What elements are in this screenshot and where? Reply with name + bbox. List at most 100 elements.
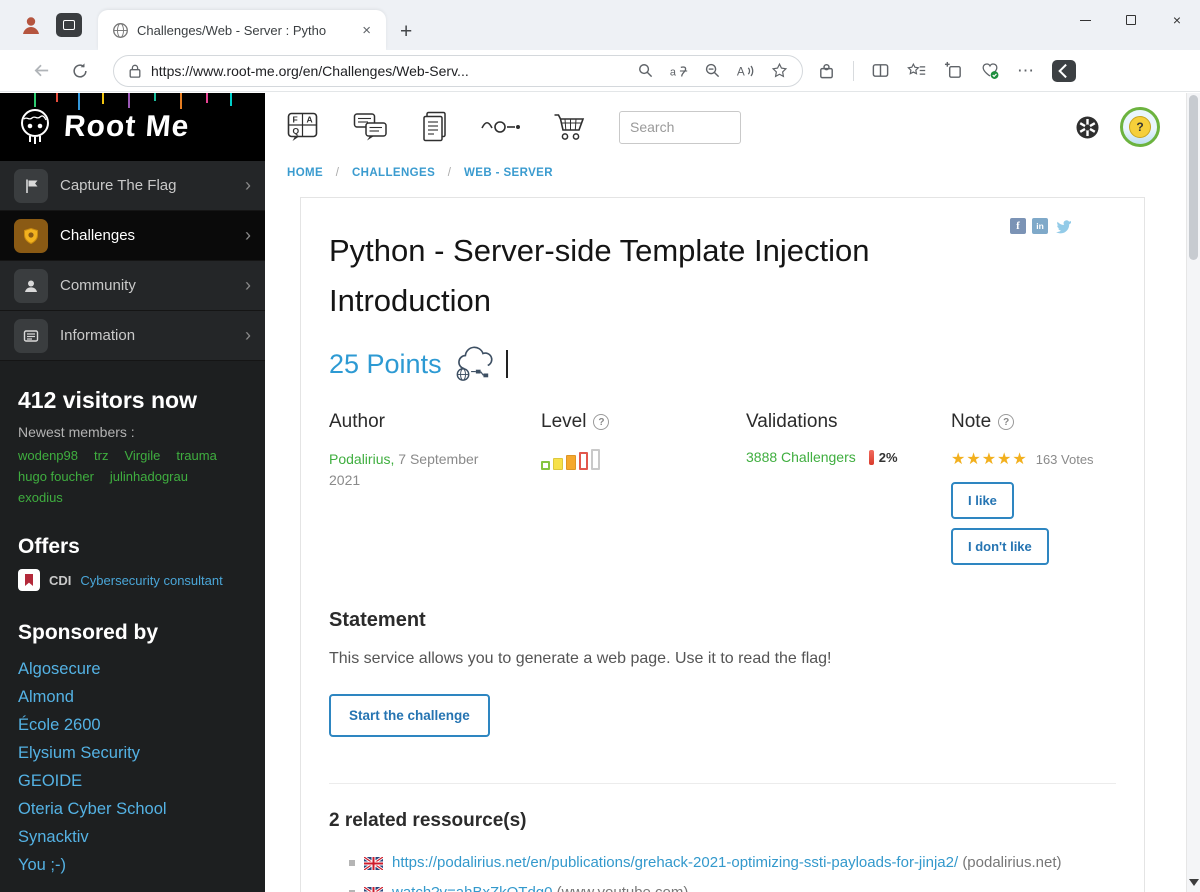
resources-section: 2 related ressource(s) https://podaliriu… — [329, 783, 1116, 892]
sponsor-link[interactable]: Oteria Cyber School — [18, 795, 247, 823]
new-tab-button[interactable]: + — [386, 20, 426, 50]
sponsor-link[interactable]: You ;-) — [18, 851, 247, 879]
member-link[interactable]: Virgile — [124, 448, 160, 463]
translate-icon[interactable]: a — [669, 62, 689, 80]
sponsor-link[interactable]: Almond — [18, 683, 247, 711]
avatar-question-face: ? — [1129, 116, 1151, 138]
sidebar-item-information[interactable]: Information › — [0, 311, 265, 361]
browser-profile-icon[interactable] — [16, 10, 46, 40]
author-link[interactable]: Podalirius, — [329, 451, 394, 467]
tab-close-icon[interactable]: × — [357, 20, 376, 41]
language-globe-icon[interactable] — [1075, 115, 1100, 140]
offer-item[interactable]: CDI Cybersecurity consultant — [18, 569, 247, 591]
sponsor-link[interactable]: Elysium Security — [18, 739, 247, 767]
sponsor-link[interactable]: École 2600 — [18, 711, 247, 739]
split-screen-icon[interactable] — [871, 61, 890, 80]
page-body: Root Me Capture The Flag › Challenges › — [0, 93, 1200, 892]
lock-icon[interactable] — [128, 63, 142, 79]
cart-icon[interactable] — [553, 112, 587, 142]
member-link[interactable]: wodenp98 — [18, 448, 78, 463]
header-right: ? — [1075, 107, 1160, 147]
sponsor-link[interactable]: Algosecure — [18, 655, 247, 683]
member-link[interactable]: exodius — [18, 490, 63, 505]
dislike-button[interactable]: I don't like — [951, 528, 1049, 566]
star-rating[interactable]: ★★★★★ — [951, 449, 1028, 469]
refresh-icon[interactable] — [61, 58, 99, 84]
statement-section: Statement This service allows you to gen… — [329, 609, 1116, 738]
member-link[interactable]: hugo foucher — [18, 469, 94, 484]
sidebar-item-challenges[interactable]: Challenges › — [0, 211, 265, 261]
extensions-icon[interactable] — [817, 61, 836, 80]
copilot-sidebar-icon[interactable] — [1052, 59, 1076, 82]
faq-icon[interactable]: FAQ — [287, 112, 321, 142]
member-link[interactable]: trz — [94, 448, 108, 463]
browser-toolbar: https://www.root-me.org/en/Challenges/We… — [0, 50, 1200, 92]
information-icon — [14, 318, 48, 353]
social-share-icons: f in — [1010, 218, 1072, 234]
level-help-icon[interactable]: ? — [593, 414, 610, 431]
resource-item: https://podalirius.net/en/publications/g… — [349, 850, 1116, 876]
active-tab[interactable]: Challenges/Web - Server : Pytho × — [98, 10, 386, 50]
start-challenge-button[interactable]: Start the challenge — [329, 694, 490, 738]
back-icon[interactable] — [22, 57, 61, 84]
meta-author: Author Podalirius, 7 September 2021 — [329, 411, 479, 489]
sidebar-item-capture-the-flag[interactable]: Capture The Flag › — [0, 161, 265, 211]
resources-heading: 2 related ressource(s) — [329, 810, 527, 832]
challenge-meta: Author Podalirius, 7 September 2021 Leve… — [329, 411, 1116, 566]
resource-source: (podalirius.net) — [962, 854, 1062, 872]
sponsor-link[interactable]: GEOIDE — [18, 767, 247, 795]
member-link[interactable]: julinhadograu — [110, 469, 188, 484]
scrollbar-thumb[interactable] — [1189, 95, 1198, 260]
breadcrumb-challenges[interactable]: CHALLENGES — [352, 167, 435, 179]
member-link[interactable]: trauma — [176, 448, 216, 463]
browser-essentials-icon[interactable] — [980, 61, 1000, 80]
read-aloud-icon[interactable]: A — [736, 62, 756, 80]
search-input[interactable] — [619, 110, 741, 144]
page-scrollbar[interactable] — [1186, 93, 1200, 892]
tab-strip: Challenges/Web - Server : Pytho × + × — [0, 0, 1200, 50]
search-glass-icon[interactable] — [637, 62, 654, 79]
minimize-button[interactable] — [1062, 0, 1108, 40]
settings-more-icon[interactable]: ⋯ — [1017, 61, 1035, 81]
user-avatar[interactable]: ? — [1120, 107, 1160, 147]
twitter-icon[interactable] — [1054, 219, 1072, 234]
sidebar-item-community[interactable]: Community › — [0, 261, 265, 311]
address-bar[interactable]: https://www.root-me.org/en/Challenges/We… — [113, 54, 803, 87]
percent-value: 2% — [878, 449, 898, 465]
like-button[interactable]: I like — [951, 482, 1014, 520]
breadcrumb-web-server[interactable]: WEB - SERVER — [464, 167, 553, 179]
community-icon — [14, 268, 48, 303]
svg-text:a: a — [670, 66, 677, 78]
url-text[interactable]: https://www.root-me.org/en/Challenges/We… — [151, 63, 628, 79]
facebook-icon[interactable]: f — [1010, 218, 1026, 234]
workspaces-icon[interactable] — [56, 13, 82, 37]
favorite-star-icon[interactable] — [771, 62, 788, 79]
challengers-link[interactable]: 3888 Challengers — [746, 449, 856, 465]
maximize-button[interactable] — [1108, 0, 1154, 40]
rootme-logo[interactable]: Root Me — [0, 93, 265, 161]
resource-link[interactable]: watch?v=ahBxZkOTdg0 — [392, 884, 553, 892]
breadcrumb-separator: / — [335, 167, 340, 179]
linkedin-icon[interactable]: in — [1032, 218, 1048, 234]
points-value: 25 Points — [329, 348, 442, 379]
sponsor-link[interactable]: Synacktiv — [18, 823, 247, 851]
zoom-out-icon[interactable] — [704, 62, 721, 79]
resource-link[interactable]: https://podalirius.net/en/publications/g… — [392, 854, 958, 871]
scroll-down-arrow[interactable] — [1188, 876, 1199, 888]
note-help-icon[interactable]: ? — [998, 414, 1015, 431]
forum-icon[interactable] — [353, 112, 389, 142]
svg-text:A: A — [737, 64, 745, 78]
collections-icon[interactable] — [944, 61, 963, 80]
close-button[interactable]: × — [1154, 0, 1200, 40]
challenge-card: f in Python - Server-side Template Injec… — [300, 197, 1145, 892]
uk-flag-icon — [364, 857, 383, 871]
offers-heading: Offers — [18, 535, 80, 558]
breadcrumb-home[interactable]: HOME — [287, 167, 323, 179]
stream-icon[interactable] — [481, 114, 521, 140]
docs-icon[interactable] — [421, 111, 449, 143]
newest-members-list: wodenp98 trz Virgile trauma hugo foucher… — [18, 448, 247, 505]
chevron-right-icon: › — [245, 225, 251, 245]
favorites-hub-icon[interactable] — [907, 61, 927, 80]
site-header: FAQ ? — [265, 93, 1186, 161]
svg-text:Q: Q — [293, 126, 300, 136]
